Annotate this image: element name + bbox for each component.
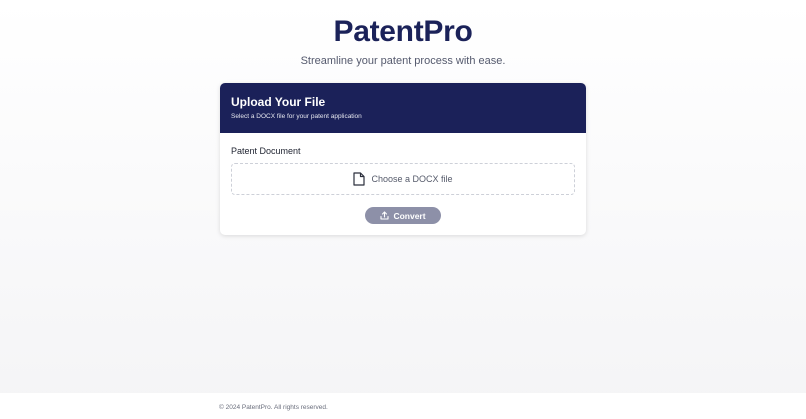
footer [0,393,806,419]
app-title: PatentPro [333,15,473,48]
copyright-text: © 2024 PatentPro. All rights reserved. [219,404,328,411]
convert-label: Convert [393,210,426,221]
convert-button[interactable]: Convert [365,207,441,224]
patent-document-label: Patent Document [231,146,301,156]
file-input[interactable]: Choose a DOCX file [231,163,575,195]
card-subtitle: Select a DOCX file for your patent appli… [231,113,362,120]
card-title: Upload Your File [231,95,326,109]
card-header: Upload Your File Select a DOCX file for … [220,83,586,133]
upload-icon [380,211,389,220]
file-input-label: Choose a DOCX file [371,173,453,184]
tagline: Streamline your patent process with ease… [300,55,506,67]
file-icon [353,172,366,186]
